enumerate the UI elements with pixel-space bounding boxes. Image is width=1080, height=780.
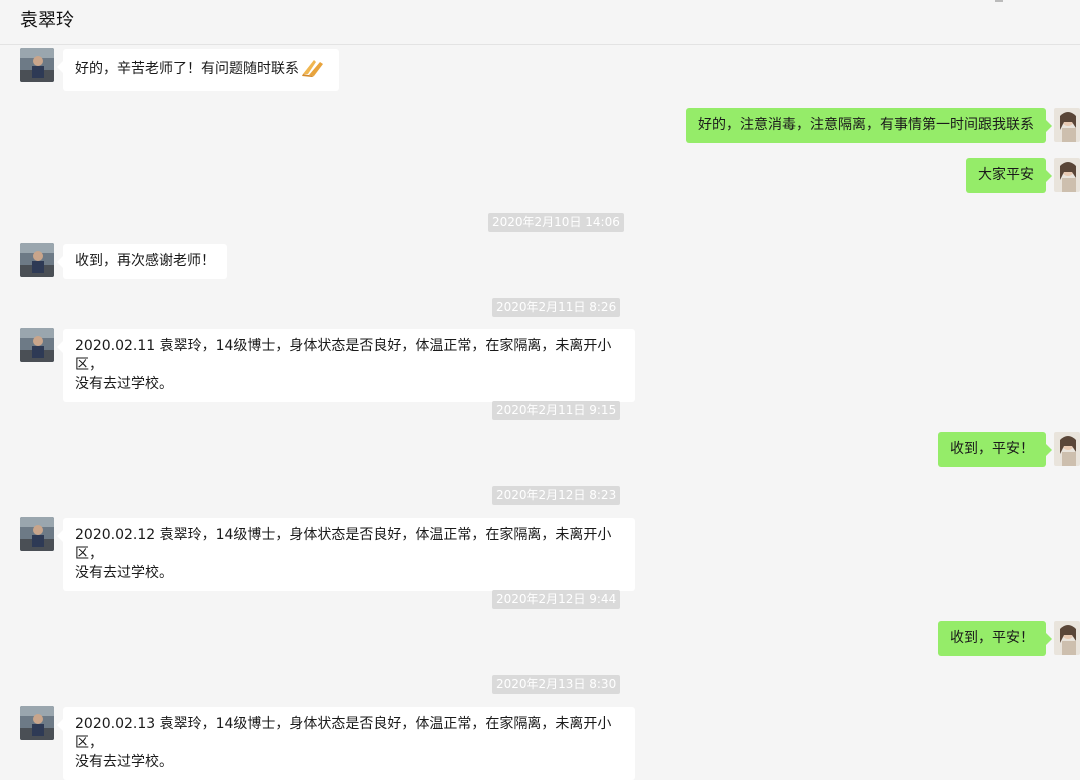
message-text: 好的，注意消毒，注意隔离，有事情第一时间跟我联系 bbox=[698, 117, 1034, 133]
timestamp: 2020年2月11日 9:15 bbox=[492, 401, 621, 420]
timestamp: 2020年2月10日 14:06 bbox=[488, 213, 624, 232]
message-bubble[interactable]: 2020.02.12 袁翠玲，14级博士，身体状态是否良好，体温正常，在家隔离，… bbox=[57, 518, 635, 591]
timestamp: 2020年2月12日 9:44 bbox=[492, 590, 621, 609]
message-bubble[interactable]: 好的，辛苦老师了！有问题随时联系 bbox=[57, 49, 339, 91]
contact-avatar[interactable] bbox=[20, 328, 54, 362]
message-bubble[interactable]: 2020.02.13 袁翠玲，14级博士，身体状态是否良好，体温正常，在家隔离，… bbox=[57, 707, 635, 780]
user-avatar[interactable] bbox=[1054, 621, 1080, 655]
message-bubble[interactable]: 收到，再次感谢老师！ bbox=[57, 244, 227, 279]
message-bubble[interactable]: 大家平安 bbox=[966, 158, 1052, 193]
message-bubble[interactable]: 2020.02.11 袁翠玲，14级博士，身体状态是否良好，体温正常，在家隔离，… bbox=[57, 329, 635, 402]
contact-avatar[interactable] bbox=[20, 706, 54, 740]
timestamp: 2020年2月11日 8:26 bbox=[492, 298, 621, 317]
chat-title: 袁翠玲 bbox=[20, 10, 74, 31]
message-text: 收到，再次感谢老师！ bbox=[75, 253, 215, 269]
message-text: 收到，平安！ bbox=[950, 441, 1034, 457]
message-bubble[interactable]: 收到，平安！ bbox=[938, 432, 1052, 467]
more-icon[interactable] bbox=[1062, 0, 1076, 4]
message-text: 2020.02.11 袁翠玲，14级博士，身体状态是否良好，体温正常，在家隔离，… bbox=[75, 338, 612, 392]
timestamp: 2020年2月12日 8:23 bbox=[492, 486, 621, 505]
timestamp: 2020年2月13日 8:30 bbox=[492, 675, 621, 694]
contact-avatar[interactable] bbox=[20, 517, 54, 551]
message-bubble[interactable]: 好的，注意消毒，注意隔离，有事情第一时间跟我联系 bbox=[686, 108, 1052, 143]
chat-header: 袁翠玲 bbox=[0, 0, 1080, 45]
message-text: 好的，辛苦老师了！有问题随时联系 bbox=[75, 61, 299, 77]
folded-hands-emoji-icon bbox=[301, 57, 327, 83]
message-bubble[interactable]: 收到，平安！ bbox=[938, 621, 1052, 656]
user-avatar[interactable] bbox=[1054, 108, 1080, 142]
pin-icon[interactable] bbox=[992, 0, 1006, 4]
user-avatar[interactable] bbox=[1054, 432, 1080, 466]
message-list[interactable]: 好的，辛苦老师了！有问题随时联系 好的，注意消毒，注意隔离，有事情第一时间跟我联… bbox=[0, 46, 1080, 780]
message-text: 2020.02.12 袁翠玲，14级博士，身体状态是否良好，体温正常，在家隔离，… bbox=[75, 527, 612, 581]
user-avatar[interactable] bbox=[1054, 158, 1080, 192]
message-text: 大家平安 bbox=[978, 167, 1034, 183]
message-text: 收到，平安！ bbox=[950, 630, 1034, 646]
contact-avatar[interactable] bbox=[20, 48, 54, 82]
contact-avatar[interactable] bbox=[20, 243, 54, 277]
message-text: 2020.02.13 袁翠玲，14级博士，身体状态是否良好，体温正常，在家隔离，… bbox=[75, 716, 612, 770]
